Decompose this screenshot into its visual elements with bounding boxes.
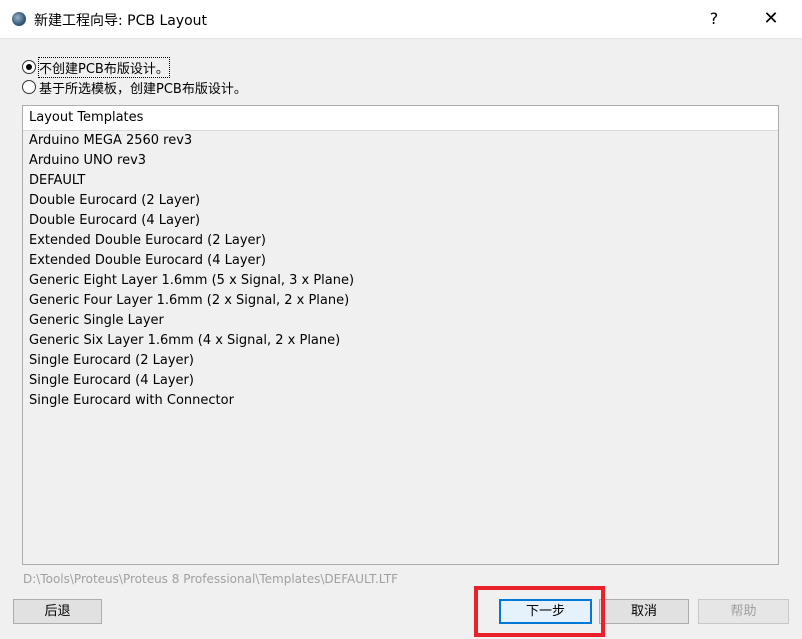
back-button[interactable]: 后退 [13, 599, 102, 624]
close-icon[interactable]: ✕ [756, 8, 786, 30]
list-item[interactable]: Extended Double Eurocard (2 Layer) [23, 231, 778, 251]
list-item[interactable]: Generic Six Layer 1.6mm (4 x Signal, 2 x… [23, 331, 778, 351]
list-item[interactable]: Double Eurocard (2 Layer) [23, 191, 778, 211]
option-from-template[interactable]: 基于所选模板，创建PCB布版设计。 [22, 78, 247, 97]
help-button[interactable]: 帮助 [698, 599, 789, 624]
help-icon[interactable]: ? [700, 8, 728, 30]
list-item[interactable]: Single Eurocard with Connector [23, 391, 778, 411]
list-item[interactable]: Single Eurocard (2 Layer) [23, 351, 778, 371]
title-bar: 新建工程向导: PCB Layout ? ✕ [0, 0, 802, 39]
option-no-pcb[interactable]: 不创建PCB布版设计。 [22, 56, 170, 78]
list-item[interactable]: DEFAULT [23, 171, 778, 191]
template-list[interactable]: Layout Templates Arduino MEGA 2560 rev3 … [22, 105, 779, 565]
option-from-template-label: 基于所选模板，创建PCB布版设计。 [39, 81, 247, 97]
list-item[interactable]: Arduino UNO rev3 [23, 151, 778, 171]
radio-no-pcb[interactable] [22, 60, 36, 74]
radio-from-template[interactable] [22, 80, 36, 94]
list-item[interactable]: Arduino MEGA 2560 rev3 [23, 131, 778, 151]
list-item[interactable]: Generic Single Layer [23, 311, 778, 331]
list-item[interactable]: Single Eurocard (4 Layer) [23, 371, 778, 391]
template-list-header: Layout Templates [23, 106, 778, 131]
proteus-app-icon [12, 12, 26, 26]
window-title: 新建工程向导: PCB Layout [34, 13, 208, 29]
list-item[interactable]: Generic Eight Layer 1.6mm (5 x Signal, 3… [23, 271, 778, 291]
list-item[interactable]: Generic Four Layer 1.6mm (2 x Signal, 2 … [23, 291, 778, 311]
list-item[interactable]: Extended Double Eurocard (4 Layer) [23, 251, 778, 271]
next-button[interactable]: 下一步 [499, 599, 592, 624]
cancel-button[interactable]: 取消 [599, 599, 689, 624]
list-item[interactable]: Double Eurocard (4 Layer) [23, 211, 778, 231]
option-no-pcb-label: 不创建PCB布版设计。 [38, 56, 170, 78]
template-path: D:\Tools\Proteus\Proteus 8 Professional\… [23, 572, 399, 586]
